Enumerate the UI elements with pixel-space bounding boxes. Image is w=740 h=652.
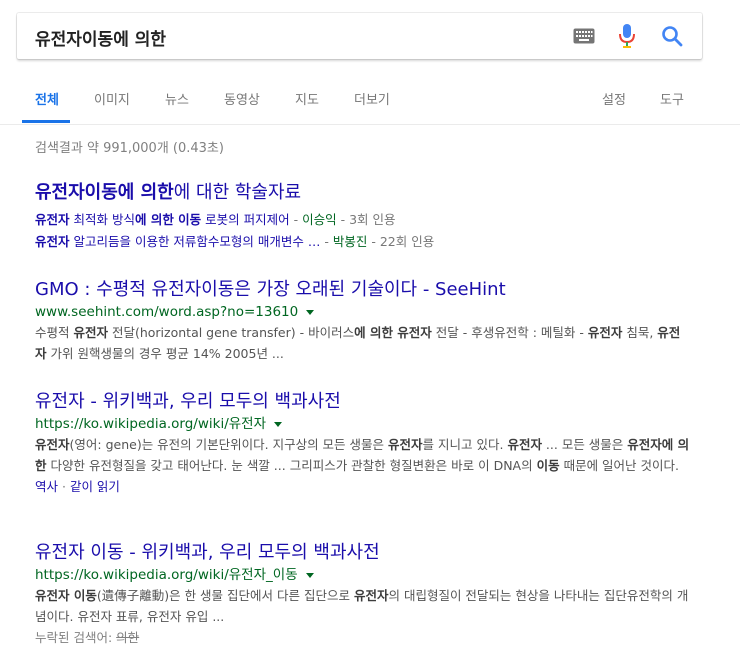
- scholar-item-link[interactable]: 유전자 알고리듬을 이용한 저류함수모형의 매개변수 …: [35, 234, 320, 249]
- scholar-title-rest[interactable]: 에 대한 학술자료: [174, 182, 301, 203]
- keyboard-icon[interactable]: [573, 28, 595, 44]
- search-result: GMO : 수평적 유전자이동은 가장 오래된 기술이다 - SeeHint w…: [35, 278, 690, 364]
- scholar-title-bold[interactable]: 유전자이동에 의한: [35, 182, 174, 203]
- result-title[interactable]: 유전자 - 위키백과, 우리 모두의 백과사전: [35, 390, 690, 414]
- tab-news[interactable]: 뉴스: [165, 89, 189, 108]
- result-url: https://ko.wikipedia.org/wiki/유전자_이동: [35, 565, 690, 585]
- microphone-icon[interactable]: [618, 23, 636, 49]
- chevron-down-icon[interactable]: [274, 421, 283, 427]
- tab-settings[interactable]: 설정: [602, 89, 626, 108]
- result-url: https://ko.wikipedia.org/wiki/유전자: [35, 414, 690, 434]
- tab-tools[interactable]: 도구: [660, 89, 684, 108]
- active-tab-indicator: [22, 120, 70, 123]
- scholar-item-link[interactable]: 유전자 최적화 방식에 의한 이동 로봇의 퍼지제어: [35, 212, 290, 227]
- search-tabs: 전체 이미지 뉴스 동영상 지도 더보기 설정 도구: [0, 82, 740, 124]
- scholar-result: 유전자이동에 의한에 대한 학술자료 유전자 최적화 방식에 의한 이동 로봇의…: [35, 181, 690, 253]
- tab-all[interactable]: 전체: [35, 89, 59, 108]
- result-stats: 검색결과 약 991,000개 (0.43초): [35, 141, 224, 156]
- sitelink[interactable]: 같이 읽기: [70, 479, 120, 494]
- search-result: 유전자 이동 - 위키백과, 우리 모두의 백과사전 https://ko.wi…: [35, 541, 690, 648]
- scholar-author[interactable]: 박봉진: [333, 234, 368, 249]
- search-box[interactable]: 유전자이동에 의한: [17, 13, 702, 59]
- search-result: 유전자 - 위키백과, 우리 모두의 백과사전 https://ko.wikip…: [35, 390, 690, 498]
- tab-maps[interactable]: 지도: [295, 89, 319, 108]
- scholar-author[interactable]: 이승익: [302, 212, 337, 227]
- result-sitelinks: 역사 · 같이 읽기: [35, 479, 120, 494]
- search-icon[interactable]: [660, 24, 684, 48]
- result-title[interactable]: 유전자 이동 - 위키백과, 우리 모두의 백과사전: [35, 541, 690, 565]
- result-snippet: 유전자(영어: gene)는 유전의 기본단위이다. 지구상의 모든 생물은 유…: [35, 437, 690, 473]
- search-input[interactable]: 유전자이동에 의한: [35, 25, 166, 50]
- tab-images[interactable]: 이미지: [94, 89, 130, 108]
- missing-terms: 누락된 검색어: 의한: [35, 630, 140, 645]
- result-url: www.seehint.com/word.asp?no=13610: [35, 302, 690, 322]
- top-bar: 유전자이동에 의한 전체 이미지 뉴스 동영상 지도 더보기 설정 도구: [0, 0, 740, 125]
- scholar-cite-count[interactable]: - 22회 인용: [367, 234, 434, 249]
- tab-videos[interactable]: 동영상: [224, 89, 260, 108]
- tab-more[interactable]: 더보기: [354, 89, 390, 108]
- scholar-cite-count[interactable]: - 3회 인용: [337, 212, 396, 227]
- scholar-title[interactable]: 유전자이동에 의한에 대한 학술자료: [35, 181, 690, 205]
- result-snippet: 유전자 이동(遺傳子離動)은 한 생물 집단에서 다른 집단으로 유전자의 대립…: [35, 588, 689, 624]
- scholar-item: 유전자 알고리듬을 이용한 저류함수모형의 매개변수 … - 박봉진 - 22회…: [35, 234, 435, 249]
- scholar-item: 유전자 최적화 방식에 의한 이동 로봇의 퍼지제어 - 이승익 - 3회 인용: [35, 212, 396, 227]
- chevron-down-icon[interactable]: [305, 572, 314, 578]
- chevron-down-icon[interactable]: [306, 309, 315, 315]
- sitelink[interactable]: 역사: [35, 479, 58, 494]
- result-title[interactable]: GMO : 수평적 유전자이동은 가장 오래된 기술이다 - SeeHint: [35, 278, 690, 302]
- result-snippet: 수평적 유전자 전달(horizontal gene transfer) - 바…: [35, 325, 681, 361]
